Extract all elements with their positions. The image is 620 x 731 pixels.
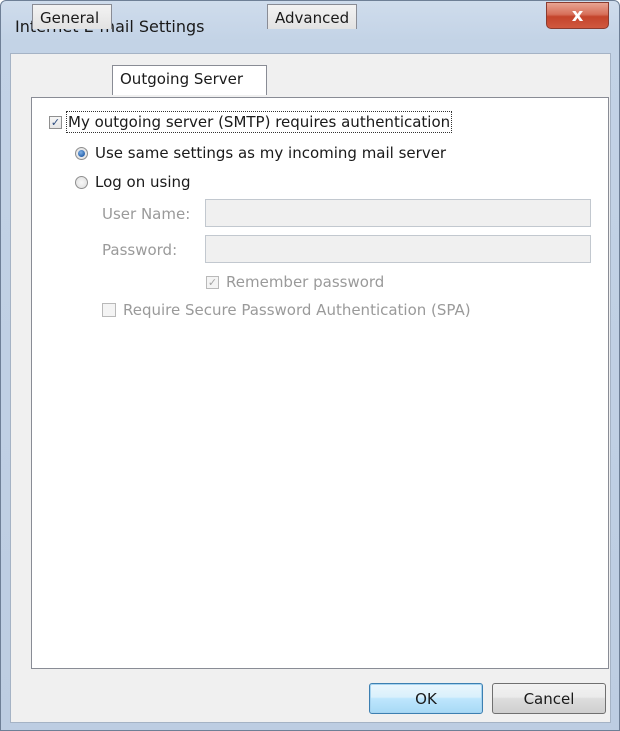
log-on-using-label: Log on using — [95, 173, 191, 191]
requires-auth-checkbox-row[interactable]: ✓ My outgoing server (SMTP) requires aut… — [49, 111, 453, 133]
tab-label: Advanced — [275, 9, 350, 27]
radio-selected-dot — [78, 149, 85, 157]
remember-password-checkbox-row[interactable]: ✓ Remember password — [206, 273, 384, 291]
close-button[interactable]: x — [546, 2, 609, 29]
requires-auth-checkbox[interactable]: ✓ — [49, 115, 62, 129]
ok-button[interactable]: OK — [369, 683, 483, 714]
checkmark-icon: ✓ — [207, 275, 218, 289]
password-field[interactable] — [205, 235, 591, 263]
require-spa-checkbox-row[interactable]: Require Secure Password Authentication (… — [102, 301, 471, 319]
require-spa-label: Require Secure Password Authentication (… — [123, 301, 471, 319]
user-name-label: User Name: — [102, 205, 191, 223]
password-label: Password: — [102, 241, 178, 259]
remember-password-checkbox[interactable]: ✓ — [206, 275, 219, 289]
tab-general[interactable]: General — [32, 4, 112, 29]
close-icon: x — [571, 5, 584, 26]
tab-label: General — [40, 9, 100, 27]
tab-label: Outgoing Server — [120, 70, 244, 88]
checkmark-icon: ✓ — [50, 115, 61, 129]
use-same-settings-label: Use same settings as my incoming mail se… — [95, 144, 447, 162]
user-name-field[interactable] — [205, 199, 591, 227]
tab-advanced[interactable]: Advanced — [267, 4, 357, 29]
require-spa-checkbox[interactable] — [102, 303, 116, 317]
cancel-button[interactable]: Cancel — [492, 683, 606, 714]
remember-password-label: Remember password — [226, 273, 385, 291]
use-same-settings-radio-row[interactable]: Use same settings as my incoming mail se… — [75, 144, 446, 162]
log-on-using-radio-row[interactable]: Log on using — [75, 173, 191, 191]
use-same-settings-radio[interactable] — [75, 146, 88, 160]
log-on-using-radio[interactable] — [75, 175, 88, 189]
dialog-window: Internet E-mail Settings x General Outgo… — [0, 0, 620, 731]
requires-auth-label: My outgoing server (SMTP) requires authe… — [65, 111, 453, 133]
tab-outgoing-server[interactable]: Outgoing Server — [112, 65, 267, 95]
